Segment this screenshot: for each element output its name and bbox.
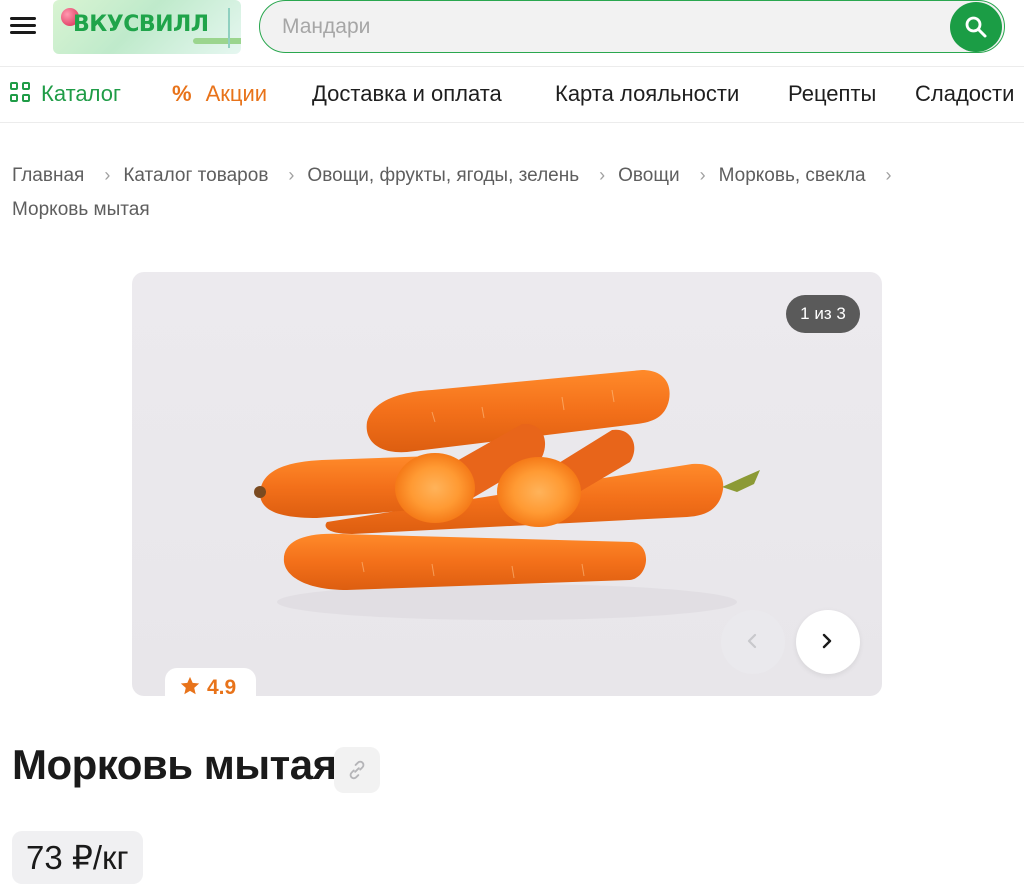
- grid-icon: [10, 82, 31, 103]
- header: ВКУСВИЛЛ: [0, 0, 1024, 66]
- hamburger-menu-icon[interactable]: [10, 15, 38, 37]
- product-price: 73 ₽/кг: [12, 831, 143, 884]
- nav-promo[interactable]: % Акции: [172, 81, 267, 107]
- nav-delivery[interactable]: Доставка и оплата: [312, 81, 502, 107]
- chevron-left-icon: [747, 633, 757, 649]
- logo-decoration: [193, 38, 241, 44]
- search-bar: [259, 0, 1005, 53]
- gallery-next-button[interactable]: [796, 610, 860, 674]
- product-gallery: 1 из 3 4.9: [132, 272, 882, 708]
- breadcrumb: Главная › Каталог товаров › Овощи, фрукты, я…: [12, 158, 1012, 227]
- nav-catalog[interactable]: Каталог: [10, 81, 121, 107]
- link-icon: [349, 760, 365, 780]
- nav-loyalty-card[interactable]: Карта лояльности: [555, 81, 739, 107]
- copy-link-button[interactable]: [334, 747, 380, 793]
- rating-value: 4.9: [207, 676, 237, 699]
- logo-decoration: [228, 8, 230, 48]
- gallery-counter: 1 из 3: [786, 295, 860, 333]
- chevron-right-icon: ›: [599, 165, 606, 185]
- percent-icon: %: [172, 81, 192, 106]
- main-nav: Каталог % Акции Доставка и оплата Карта л…: [0, 66, 1024, 123]
- breadcrumb-catalog[interactable]: Каталог товаров: [123, 165, 268, 186]
- search-input[interactable]: [282, 13, 922, 41]
- logo-text: ВКУСВИЛЛ: [73, 12, 209, 37]
- breadcrumb-home[interactable]: Главная: [12, 165, 84, 186]
- chevron-right-icon: ›: [885, 165, 892, 185]
- chevron-right-icon: [822, 633, 832, 649]
- nav-promo-label: Акции: [205, 81, 268, 106]
- gallery-prev-button[interactable]: [721, 610, 785, 674]
- search-icon: [965, 16, 987, 38]
- product-title: Морковь мытая: [12, 741, 337, 788]
- rating-badge[interactable]: 4.9: [165, 668, 256, 708]
- chevron-right-icon: ›: [104, 165, 111, 185]
- chevron-right-icon: ›: [699, 165, 706, 185]
- nav-recipes[interactable]: Рецепты: [788, 81, 876, 107]
- logo[interactable]: ВКУСВИЛЛ: [53, 0, 241, 54]
- chevron-right-icon: ›: [288, 165, 295, 185]
- nav-catalog-label: Каталог: [41, 81, 121, 106]
- breadcrumb-vegetables[interactable]: Овощи: [618, 165, 679, 186]
- breadcrumb-current: Морковь мытая: [12, 199, 150, 220]
- breadcrumb-carrot-beet[interactable]: Морковь, свекла: [719, 165, 866, 186]
- nav-sweets[interactable]: Сладости: [915, 81, 1014, 107]
- star-icon: [180, 676, 200, 695]
- product-title-row: Морковь мытая: [12, 741, 380, 797]
- breadcrumb-vegetables-fruits[interactable]: Овощи, фрукты, ягоды, зелень: [307, 165, 579, 186]
- search-button[interactable]: [950, 2, 1002, 52]
